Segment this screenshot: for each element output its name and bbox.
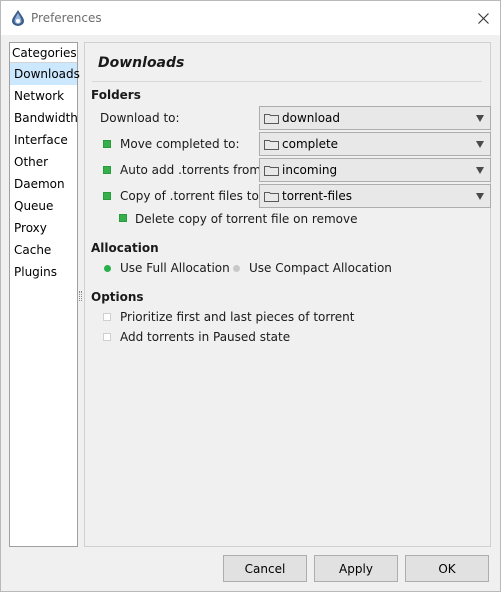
move-completed-label: Move completed to: [120, 137, 240, 151]
dropdown-arrow-icon [476, 167, 484, 174]
sidebar-item-interface[interactable]: Interface [10, 129, 77, 151]
pane-splitter[interactable] [79, 291, 82, 301]
dropdown-arrow-icon [476, 141, 484, 148]
folder-icon [264, 114, 279, 124]
prioritize-checkbox[interactable] [103, 313, 111, 321]
sidebar-item-proxy[interactable]: Proxy [10, 217, 77, 239]
dialog-footer: Cancel Apply OK [1, 553, 500, 592]
move-completed-value: complete [282, 137, 339, 151]
page-title: Downloads [98, 55, 185, 71]
folder-icon [264, 166, 279, 176]
compact-allocation-label: Use Compact Allocation [249, 261, 392, 275]
downloads-panel: Downloads Folders Download to: download … [84, 42, 491, 547]
sidebar-item-plugins[interactable]: Plugins [10, 261, 77, 283]
compact-allocation-radio[interactable] [233, 265, 240, 272]
categories-header: Categories [10, 43, 77, 63]
move-completed-checkbox[interactable] [103, 140, 111, 148]
options-heading: Options [91, 290, 144, 304]
ok-button[interactable]: OK [405, 555, 489, 582]
move-completed-folder-select[interactable]: complete [259, 132, 491, 156]
folders-heading: Folders [91, 88, 141, 102]
download-to-folder-select[interactable]: download [259, 106, 491, 130]
sidebar-item-other[interactable]: Other [10, 151, 77, 173]
cancel-button[interactable]: Cancel [223, 555, 307, 582]
copy-torrent-label: Copy of .torrent files to: [120, 189, 263, 203]
sidebar-item-queue[interactable]: Queue [10, 195, 77, 217]
sidebar-item-bandwidth[interactable]: Bandwidth [10, 107, 78, 129]
deluge-logo-icon [12, 10, 24, 26]
copy-torrent-value: torrent-files [282, 189, 352, 203]
auto-add-folder-select[interactable]: incoming [259, 158, 491, 182]
close-icon [477, 12, 489, 24]
full-allocation-radio[interactable] [104, 265, 111, 272]
full-allocation-label: Use Full Allocation [120, 261, 230, 275]
delete-copy-checkbox[interactable] [119, 214, 127, 222]
apply-button[interactable]: Apply [314, 555, 398, 582]
categories-list: Categories Downloads Network Bandwidth I… [9, 42, 80, 547]
auto-add-label: Auto add .torrents from: [120, 163, 266, 177]
preferences-window: Preferences Categories Downloads Network… [0, 0, 501, 592]
sidebar-item-cache[interactable]: Cache [10, 239, 77, 261]
paused-label: Add torrents in Paused state [120, 330, 291, 344]
sidebar-item-daemon[interactable]: Daemon [10, 173, 77, 195]
window-title: Preferences [31, 11, 102, 25]
title-bar: Preferences [1, 1, 500, 35]
folder-icon [264, 140, 279, 150]
sidebar-item-downloads[interactable]: Downloads [10, 63, 80, 85]
delete-copy-label: Delete copy of torrent file on remove [135, 212, 358, 226]
allocation-heading: Allocation [91, 241, 159, 255]
paused-checkbox[interactable] [103, 333, 111, 341]
folder-icon [264, 192, 279, 202]
close-button[interactable] [466, 1, 500, 35]
download-to-value: download [282, 111, 341, 125]
dropdown-arrow-icon [476, 193, 484, 200]
dropdown-arrow-icon [476, 115, 484, 122]
sidebar-item-network[interactable]: Network [10, 85, 77, 107]
title-divider [92, 81, 482, 82]
copy-torrent-checkbox[interactable] [103, 192, 111, 200]
auto-add-value: incoming [282, 163, 338, 177]
download-to-label: Download to: [100, 111, 180, 125]
prioritize-label: Prioritize first and last pieces of torr… [120, 310, 355, 324]
copy-torrent-folder-select[interactable]: torrent-files [259, 184, 491, 208]
auto-add-checkbox[interactable] [103, 166, 111, 174]
